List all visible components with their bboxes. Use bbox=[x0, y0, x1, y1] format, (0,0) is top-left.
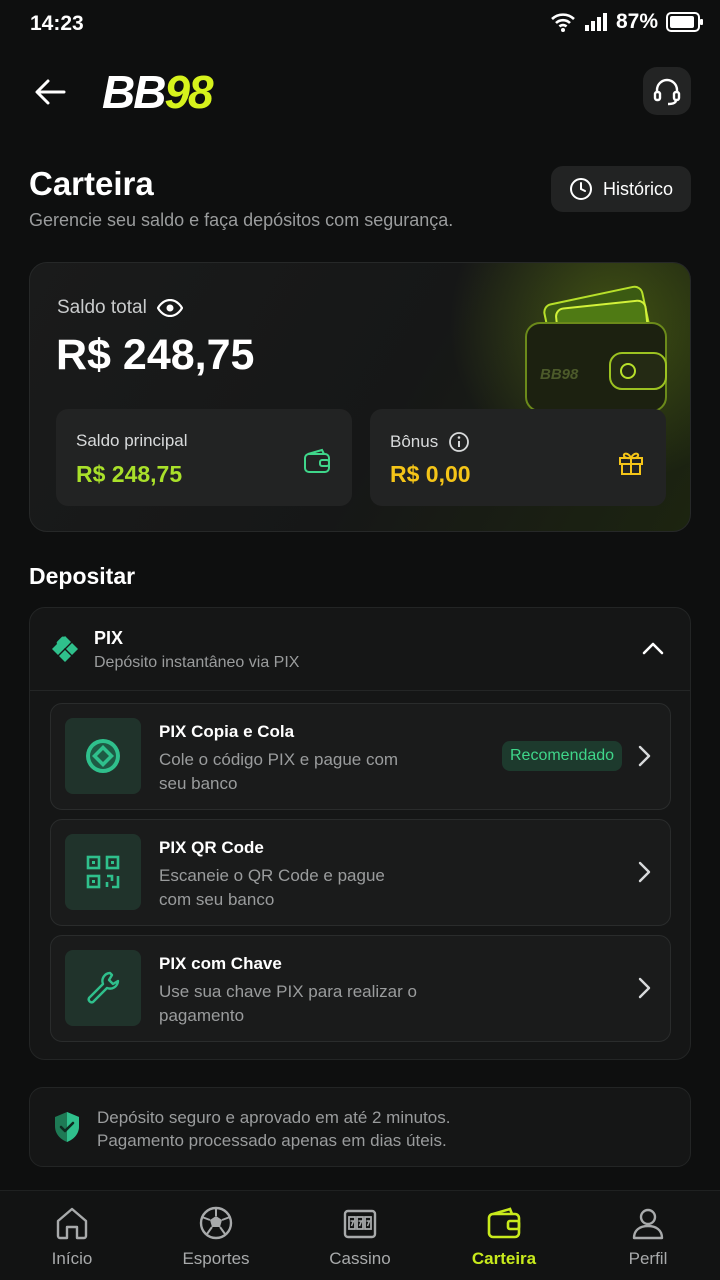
option-title: PIX QR Code bbox=[159, 838, 264, 857]
nav-label: Início bbox=[51, 1249, 93, 1268]
deposit-card: PIX Depósito instantâneo via PIX PIX Cop… bbox=[29, 607, 691, 1060]
nav-item-inicio[interactable]: Início bbox=[0, 1191, 144, 1280]
pix-icon bbox=[52, 636, 78, 662]
total-balance-label-row: Saldo total bbox=[57, 297, 183, 319]
option-desc: Cole o código PIX e pague com seu banco bbox=[159, 750, 399, 793]
slot-machine-icon bbox=[343, 1209, 377, 1239]
nav-label: Esportes bbox=[182, 1249, 250, 1268]
pix-key-option[interactable]: PIX com Chave Use sua chave PIX para rea… bbox=[50, 935, 671, 1042]
option-desc: Escaneie o QR Code e pague com seu banco bbox=[159, 866, 385, 909]
nav-label: Perfil bbox=[628, 1249, 668, 1268]
main-balance-label: Saldo principal bbox=[76, 431, 188, 450]
divider bbox=[30, 690, 690, 691]
pix-method-desc: Depósito instantâneo via PIX bbox=[94, 654, 300, 671]
deposit-title: Depositar bbox=[29, 563, 136, 589]
total-balance-value: R$ 248,75 bbox=[56, 331, 255, 379]
nav-item-cassino[interactable]: Cassino bbox=[288, 1191, 432, 1280]
wallet-illustration-icon: BB98 bbox=[525, 285, 667, 412]
option-title: PIX Copia e Cola bbox=[159, 722, 295, 741]
soccer-ball-icon bbox=[199, 1206, 233, 1240]
note-line-2: Pagamento processado apenas em dias útei… bbox=[97, 1131, 447, 1150]
bonus-card: Bônus R$ 0,00 bbox=[370, 409, 666, 506]
chevron-up-icon[interactable] bbox=[640, 636, 666, 662]
info-icon[interactable] bbox=[448, 431, 470, 453]
option-icon-box bbox=[65, 950, 141, 1026]
total-balance-label: Saldo total bbox=[57, 297, 147, 318]
main-balance-card: Saldo principal R$ 248,75 bbox=[56, 409, 352, 506]
svg-text:BB98: BB98 bbox=[540, 366, 579, 383]
option-desc: Use sua chave PIX para realizar o pagame… bbox=[159, 982, 417, 1025]
history-button[interactable]: Histórico bbox=[551, 166, 691, 212]
chevron-right-icon bbox=[638, 745, 651, 767]
nav-label: Carteira bbox=[471, 1249, 537, 1268]
bottom-nav: Início Esportes Cassino Carteira Perfil bbox=[0, 1190, 720, 1280]
main-balance-value: R$ 248,75 bbox=[76, 461, 183, 487]
pix-coin-icon bbox=[86, 739, 120, 773]
user-icon bbox=[632, 1208, 664, 1240]
arrow-left-icon bbox=[35, 79, 66, 105]
bonus-label: Bônus bbox=[390, 432, 439, 451]
brand-logo: BB98 bbox=[102, 66, 214, 118]
qr-code-icon bbox=[86, 855, 120, 889]
nav-item-perfil[interactable]: Perfil bbox=[576, 1191, 720, 1280]
security-note-text: Depósito seguro e aprovado em até 2 minu… bbox=[97, 1106, 450, 1152]
pix-method-header[interactable] bbox=[30, 608, 690, 690]
nav-item-esportes[interactable]: Esportes bbox=[144, 1191, 288, 1280]
bonus-label-row: Bônus bbox=[390, 431, 470, 453]
wallet-icon bbox=[304, 448, 330, 473]
page-title: Carteira bbox=[29, 165, 154, 202]
home-icon bbox=[56, 1207, 88, 1240]
pix-copy-paste-option[interactable]: PIX Copia e Cola Cole o código PIX e pag… bbox=[50, 703, 671, 810]
headset-icon bbox=[653, 78, 681, 106]
option-icon-box bbox=[65, 718, 141, 794]
gift-icon bbox=[619, 452, 643, 475]
security-note: Depósito seguro e aprovado em até 2 minu… bbox=[29, 1087, 691, 1167]
chevron-right-icon bbox=[638, 861, 651, 883]
signal-icon bbox=[584, 13, 607, 31]
nav-item-carteira[interactable]: Carteira bbox=[432, 1191, 576, 1280]
page-subtitle: Gerencie seu saldo e faça depósitos com … bbox=[29, 210, 454, 230]
battery-percent: 87% bbox=[615, 10, 658, 33]
shield-check-icon bbox=[55, 1112, 79, 1142]
option-icon-box bbox=[65, 834, 141, 910]
history-label: Histórico bbox=[602, 178, 673, 199]
wifi-icon bbox=[551, 13, 575, 32]
chevron-right-icon bbox=[638, 977, 651, 999]
clock-icon bbox=[569, 178, 592, 200]
bonus-value: R$ 0,00 bbox=[390, 461, 471, 487]
option-title: PIX com Chave bbox=[159, 954, 282, 973]
status-time: 14:23 bbox=[30, 12, 84, 35]
eye-icon[interactable] bbox=[156, 299, 183, 317]
recommended-badge: Recomendado bbox=[502, 741, 623, 771]
balance-card: Saldo total R$ 248,75 BB98 Saldo princip… bbox=[29, 262, 691, 532]
battery-icon bbox=[666, 12, 703, 32]
pix-method-name: PIX bbox=[94, 628, 124, 648]
wrench-icon bbox=[87, 971, 120, 1004]
support-button[interactable] bbox=[643, 67, 691, 115]
back-button[interactable] bbox=[30, 72, 70, 112]
status-icons: 87% bbox=[550, 10, 704, 34]
nav-label: Cassino bbox=[329, 1249, 391, 1268]
note-line-1: Depósito seguro e aprovado em até 2 minu… bbox=[97, 1108, 451, 1127]
pix-qr-code-option[interactable]: PIX QR Code Escaneie o QR Code e pague c… bbox=[50, 819, 671, 926]
wallet-icon bbox=[487, 1207, 521, 1239]
